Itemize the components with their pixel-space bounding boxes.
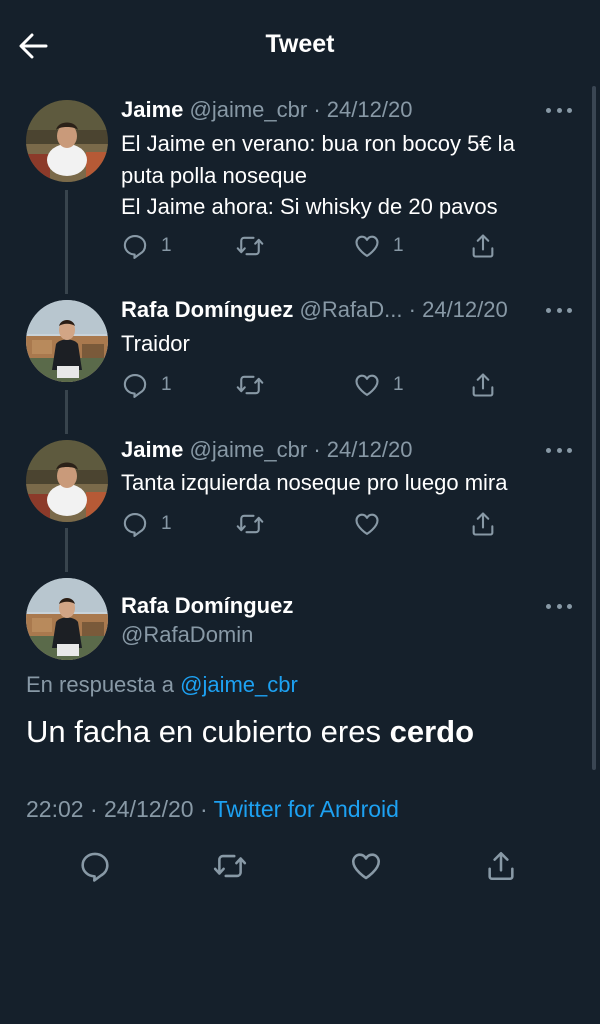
reply-button[interactable]: 1	[121, 371, 172, 399]
retweet-icon	[235, 510, 265, 538]
main-author-name[interactable]: Rafa Domínguez	[121, 592, 530, 620]
tweet-text-plain: Un facha en cubierto eres	[26, 714, 390, 749]
thread-line	[65, 190, 68, 294]
retweet-button[interactable]	[235, 232, 265, 260]
retweet-icon	[235, 232, 265, 260]
tweet-text: Tanta izquierda noseque pro luego mira	[121, 467, 560, 499]
like-icon	[353, 371, 381, 399]
share-icon	[469, 371, 497, 399]
like-button[interactable]: 1	[353, 371, 404, 399]
reply-prefix: En respuesta a	[26, 672, 174, 697]
tweet-time: 22:02	[26, 796, 84, 822]
page-title: Tweet	[265, 30, 335, 58]
author-handle[interactable]: @jaime_cbr	[190, 97, 308, 122]
avatar[interactable]	[26, 578, 108, 660]
retweet-button[interactable]	[235, 510, 265, 538]
reply-icon	[121, 371, 149, 399]
more-icon[interactable]	[546, 304, 572, 316]
like-button[interactable]	[353, 510, 381, 538]
share-icon	[469, 510, 497, 538]
share-icon	[469, 232, 497, 260]
reply-count: 1	[161, 374, 172, 395]
tweet-date[interactable]: 24/12/20	[422, 297, 508, 322]
tweet-line: puta polla noseque	[121, 162, 307, 188]
tweet-line: Traidor	[121, 331, 190, 356]
like-count: 1	[393, 374, 404, 395]
retweet-button[interactable]	[235, 371, 265, 399]
like-icon	[349, 849, 383, 883]
main-tweet-text: Un facha en cubierto eres cerdo	[26, 714, 474, 750]
main-tweet-actions	[0, 848, 600, 884]
share-button[interactable]	[484, 848, 518, 884]
tweet-text: El Jaime en verano: bua ron bocoy 5€ la …	[121, 128, 560, 223]
tweet-date[interactable]: 24/12/20	[327, 97, 413, 122]
avatar[interactable]	[26, 100, 108, 182]
reply-button[interactable]	[78, 848, 112, 884]
tweet-header: Rafa Domínguez @RafaD... · 24/12/20	[121, 296, 530, 324]
like-icon	[353, 510, 381, 538]
tweet-text-bold: cerdo	[389, 714, 475, 749]
tweet-line: Tanta izquierda noseque pro luego mira	[121, 470, 508, 495]
thread-line	[65, 528, 68, 572]
tweet-date[interactable]: 24/12/20	[327, 437, 413, 462]
author-name[interactable]: Rafa Domínguez	[121, 297, 293, 322]
tweet-line: El Jaime en verano: bua ron bocoy 5€ la	[121, 131, 515, 156]
reply-button[interactable]: 1	[121, 232, 172, 260]
reply-context: En respuesta a @jaime_cbr	[26, 672, 298, 698]
share-button[interactable]	[469, 510, 497, 538]
tweet-meta: 22:02 · 24/12/20 · Twitter for Android	[26, 796, 399, 823]
author-handle[interactable]: @RafaDomin	[121, 622, 253, 647]
more-icon[interactable]	[546, 600, 572, 612]
separator: ·	[199, 796, 208, 822]
tweet-actions: 1 1	[121, 371, 521, 399]
separator: ·	[89, 796, 98, 822]
author-handle[interactable]: @jaime_cbr	[190, 437, 308, 462]
separator: ·	[313, 97, 321, 122]
author-handle[interactable]: @RafaD...	[299, 297, 402, 322]
author-name[interactable]: Jaime	[121, 97, 183, 122]
like-button[interactable]: 1	[353, 232, 404, 260]
avatar[interactable]	[26, 440, 108, 522]
like-icon	[353, 232, 381, 260]
more-icon[interactable]	[546, 104, 572, 116]
share-icon	[484, 849, 518, 883]
scrollbar[interactable]	[592, 86, 596, 770]
reply-count: 1	[161, 513, 172, 534]
reply-count: 1	[161, 235, 172, 256]
retweet-icon	[212, 849, 248, 883]
tweet-actions: 1	[121, 510, 521, 538]
top-bar: Tweet	[0, 0, 600, 92]
thread-line	[65, 390, 68, 434]
tweet-header: Jaime @jaime_cbr · 24/12/20	[121, 96, 530, 124]
reply-icon	[121, 510, 149, 538]
share-button[interactable]	[469, 371, 497, 399]
main-author-handle-row: @RafaDomin	[121, 621, 530, 649]
reply-handle-link[interactable]: @jaime_cbr	[180, 672, 298, 697]
author-name[interactable]: Jaime	[121, 437, 183, 462]
retweet-button[interactable]	[212, 848, 248, 884]
author-name[interactable]: Rafa Domínguez	[121, 593, 293, 618]
share-button[interactable]	[469, 232, 497, 260]
tweet-actions: 1 1	[121, 232, 521, 260]
tweet-date: 24/12/20	[104, 796, 194, 822]
like-button[interactable]	[349, 848, 383, 884]
retweet-icon	[235, 371, 265, 399]
separator: ·	[313, 437, 321, 462]
tweet-source-link[interactable]: Twitter for Android	[214, 796, 399, 822]
tweet-header: Jaime @jaime_cbr · 24/12/20	[121, 436, 530, 464]
tweet-line: El Jaime ahora: Si whisky de 20 pavos	[121, 194, 498, 219]
separator: ·	[408, 297, 416, 322]
more-icon[interactable]	[546, 444, 572, 456]
reply-icon	[78, 849, 112, 883]
tweet-text: Traidor	[121, 328, 560, 360]
reply-button[interactable]: 1	[121, 510, 172, 538]
like-count: 1	[393, 235, 404, 256]
reply-icon	[121, 232, 149, 260]
avatar[interactable]	[26, 300, 108, 382]
